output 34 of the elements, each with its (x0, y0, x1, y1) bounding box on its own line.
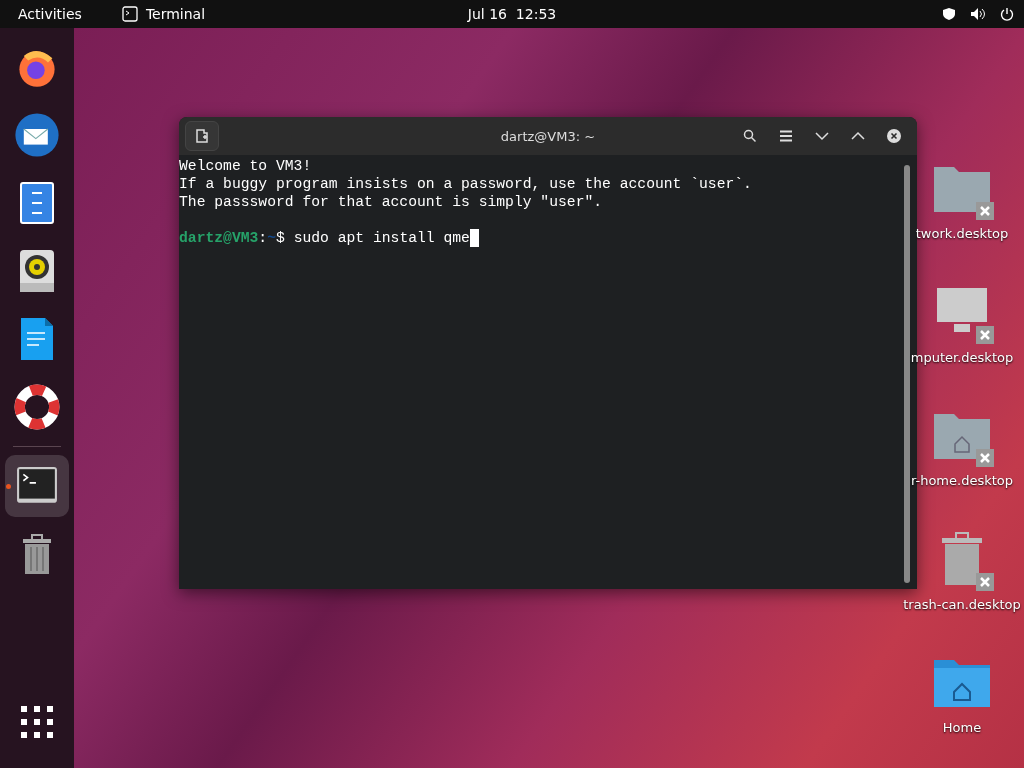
close-icon (980, 577, 990, 587)
close-icon (887, 129, 901, 143)
output-line: The passsword for that account is simply "user". (179, 194, 603, 210)
menu-icon (779, 130, 793, 142)
mail-bird-icon (13, 111, 61, 159)
close-icon (980, 330, 990, 340)
window-title: dartz@VM3: ~ (500, 128, 596, 144)
desktop-icon-label[interactable]: Home (942, 720, 982, 735)
power-icon (1000, 7, 1014, 21)
file-cabinet-icon (19, 181, 55, 225)
chevron-down-icon (815, 131, 829, 141)
desktop-icon-label[interactable]: trash-can.desktop (903, 597, 1021, 612)
app-menu[interactable]: Terminal (121, 6, 206, 22)
dock-item[interactable] (5, 455, 69, 517)
scrollbar[interactable] (904, 165, 910, 583)
output-line: If a buggy program insists on a password, use the account `user`. (179, 176, 752, 192)
lifebuoy-icon (14, 384, 60, 430)
document-icon (20, 317, 54, 361)
new-tab-button[interactable] (185, 121, 219, 151)
speaker-icon (19, 249, 55, 293)
trash-icon (939, 532, 985, 586)
output-line: Welcome to VM3! (179, 158, 312, 174)
terminal-icon (121, 6, 138, 22)
chevron-up-icon (851, 131, 865, 141)
search-icon (743, 129, 757, 143)
close-icon (980, 453, 990, 463)
volume-icon (970, 7, 986, 21)
text-cursor (469, 229, 479, 247)
new-tab-icon (194, 128, 210, 144)
close-icon (980, 206, 990, 216)
shield-icon (942, 7, 956, 21)
clock[interactable]: Jul 16 12:53 (467, 6, 557, 22)
activities-button[interactable]: Activities (18, 6, 82, 22)
prompt-line: dartz@VM3:~$ sudo apt install qme (179, 230, 470, 246)
